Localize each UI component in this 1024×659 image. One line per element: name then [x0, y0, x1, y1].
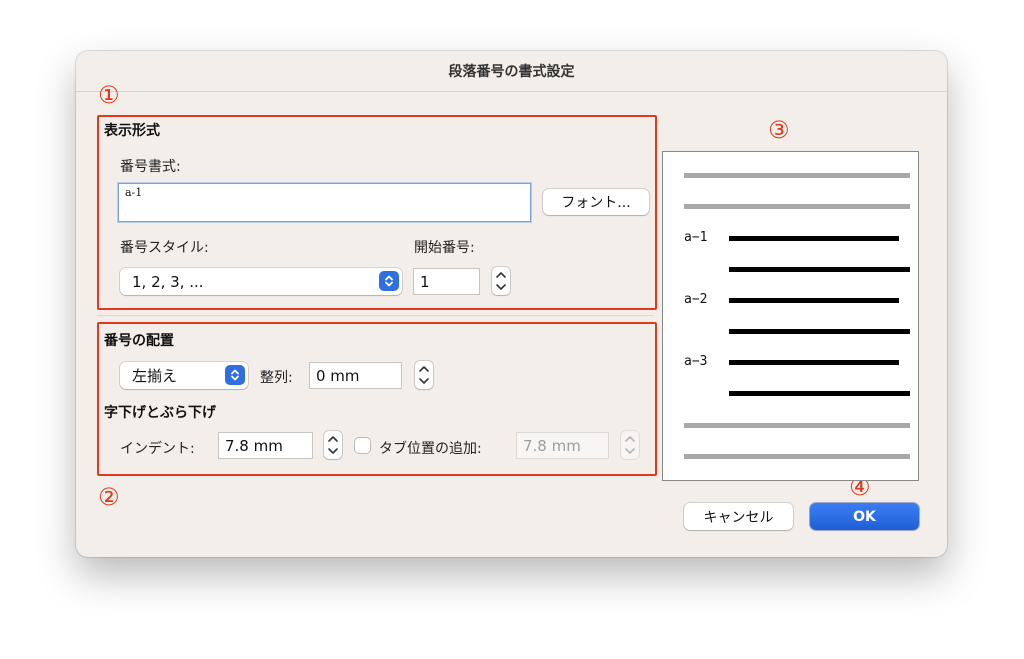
- cancel-button[interactable]: キャンセル: [684, 503, 793, 530]
- preview-line: [684, 204, 910, 209]
- ok-button[interactable]: OK: [810, 503, 919, 530]
- indent-section-title: 字下げとぶら下げ: [104, 405, 216, 421]
- number-style-value: 1, 2, 3, ...: [132, 272, 204, 291]
- up-down-chevron-icon: [379, 271, 399, 291]
- preview-line: [729, 298, 899, 303]
- number-format-label: 番号書式:: [120, 159, 181, 175]
- preview-line: [684, 454, 910, 459]
- font-button[interactable]: フォント...: [543, 189, 649, 215]
- preview-line: [729, 267, 910, 272]
- number-style-label: 番号スタイル:: [120, 240, 209, 256]
- indent-input[interactable]: 7.8 mm: [218, 432, 313, 459]
- align-at-value: 0 mm: [316, 366, 360, 385]
- preview-line: [729, 236, 899, 241]
- number-position-title: 番号の配置: [104, 333, 174, 349]
- align-at-stepper[interactable]: [415, 361, 433, 389]
- preview-line: [684, 173, 910, 178]
- start-number-value: 1: [420, 272, 430, 291]
- preview-number-label: a−1: [684, 230, 708, 245]
- preview-line: [729, 329, 910, 334]
- number-format-value: a-1: [125, 186, 143, 199]
- add-tab-stepper[interactable]: [621, 431, 639, 459]
- start-number-stepper[interactable]: [492, 267, 510, 295]
- alignment-value: 左揃え: [132, 367, 178, 385]
- up-down-chevron-icon: [225, 365, 245, 385]
- start-number-label: 開始番号:: [414, 240, 475, 256]
- indent-label: インデント:: [120, 441, 195, 457]
- preview-line: [684, 423, 910, 428]
- align-at-input[interactable]: 0 mm: [309, 362, 402, 389]
- stepper-icon: [419, 366, 429, 384]
- preview-number-label: a−2: [684, 292, 708, 307]
- number-style-popup[interactable]: 1, 2, 3, ...: [120, 268, 402, 295]
- annotation-marker-3: ③: [768, 116, 790, 144]
- annotation-marker-1: ①: [98, 81, 120, 109]
- display-format-title: 表示形式: [104, 123, 160, 139]
- number-format-input[interactable]: a-1: [118, 183, 531, 222]
- add-tab-value: 7.8 mm: [523, 436, 581, 455]
- annotation-marker-2: ②: [98, 483, 120, 511]
- add-tab-checkbox[interactable]: [355, 438, 370, 453]
- preview-line: [729, 391, 910, 396]
- indent-stepper[interactable]: [324, 431, 342, 459]
- stepper-icon: [328, 436, 338, 454]
- preview-number-label: a−3: [684, 354, 708, 369]
- preview-line: [729, 360, 899, 365]
- align-at-label: 整列:: [260, 370, 293, 386]
- numbering-preview: a−1 a−2 a−3: [662, 151, 919, 481]
- stepper-icon: [496, 272, 506, 290]
- add-tab-label: タブ位置の追加:: [379, 441, 482, 457]
- alignment-popup[interactable]: 左揃え: [120, 362, 248, 389]
- indent-value: 7.8 mm: [225, 436, 283, 455]
- start-number-input[interactable]: 1: [413, 268, 480, 295]
- dialog-title: 段落番号の書式設定: [76, 51, 947, 92]
- section-separator: [97, 315, 653, 316]
- stepper-icon: [625, 436, 635, 454]
- add-tab-input[interactable]: 7.8 mm: [516, 432, 609, 459]
